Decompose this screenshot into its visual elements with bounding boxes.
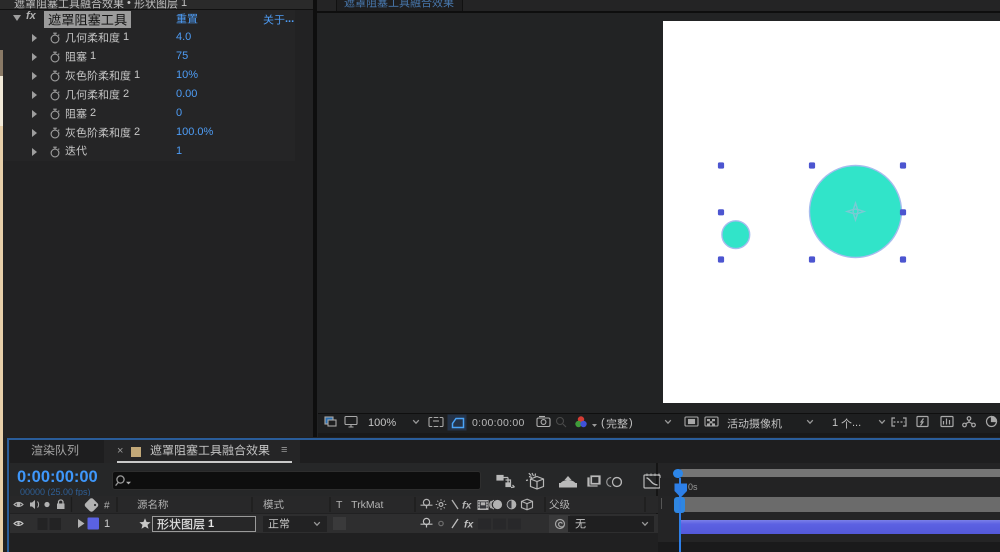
svg-text:#: # [104,501,110,512]
svg-text:fx: fx [464,519,474,531]
svg-text:fx: fx [462,500,472,512]
